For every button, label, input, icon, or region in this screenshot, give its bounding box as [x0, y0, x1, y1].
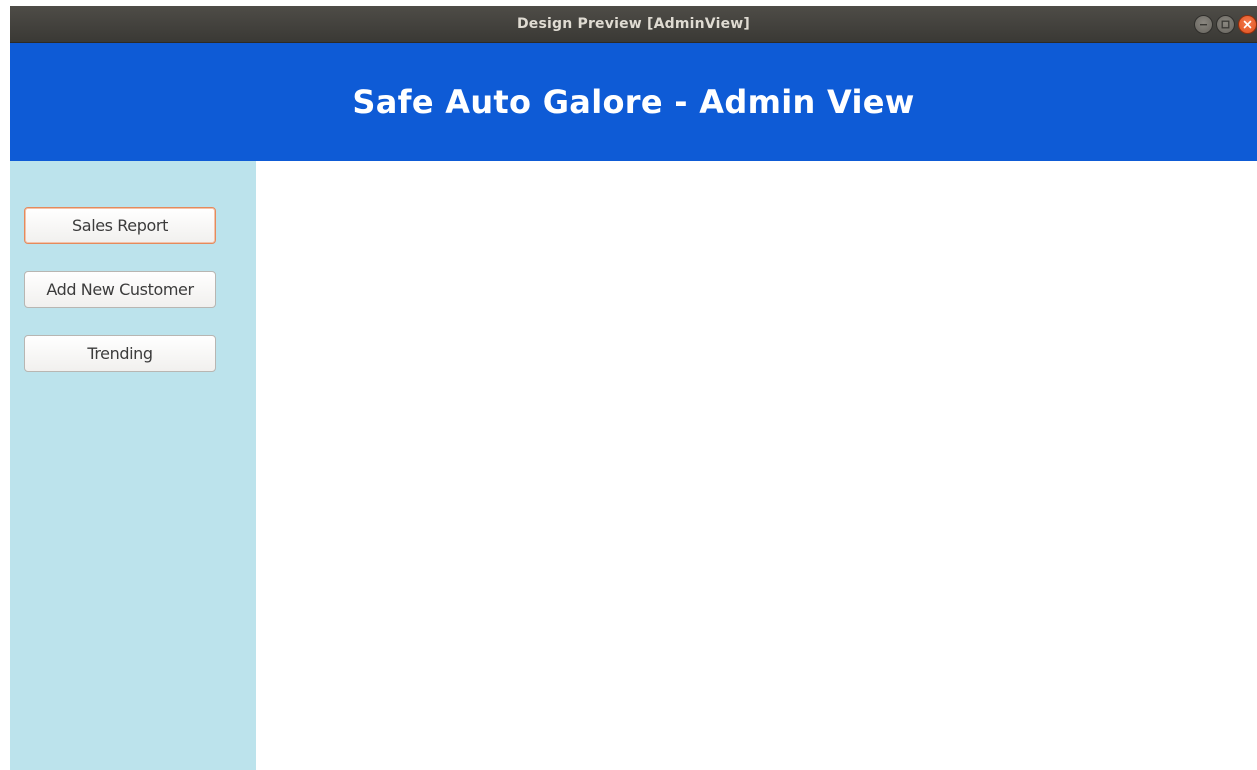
sales-report-button[interactable]: Sales Report [24, 207, 216, 244]
window-controls [1194, 15, 1257, 34]
close-button[interactable] [1238, 15, 1257, 34]
sales-report-button-label: Sales Report [72, 216, 168, 235]
add-new-customer-button[interactable]: Add New Customer [24, 271, 216, 308]
window-titlebar[interactable]: Design Preview [AdminView] [10, 6, 1257, 43]
minimize-button[interactable] [1194, 15, 1213, 34]
maximize-icon [1221, 20, 1230, 29]
maximize-button[interactable] [1216, 15, 1235, 34]
close-icon [1243, 20, 1252, 29]
main-content-area [256, 161, 1257, 770]
trending-button-label: Trending [87, 344, 153, 363]
add-new-customer-button-label: Add New Customer [46, 280, 194, 299]
sidebar: Sales Report Add New Customer Trending [10, 161, 256, 770]
page-title: Safe Auto Galore - Admin View [352, 83, 915, 121]
trending-button[interactable]: Trending [24, 335, 216, 372]
app-header: Safe Auto Galore - Admin View [10, 43, 1257, 161]
app-window: Design Preview [AdminView] Safe Auto Gal… [10, 6, 1257, 770]
minimize-icon [1200, 24, 1207, 26]
window-title: Design Preview [AdminView] [516, 16, 751, 32]
